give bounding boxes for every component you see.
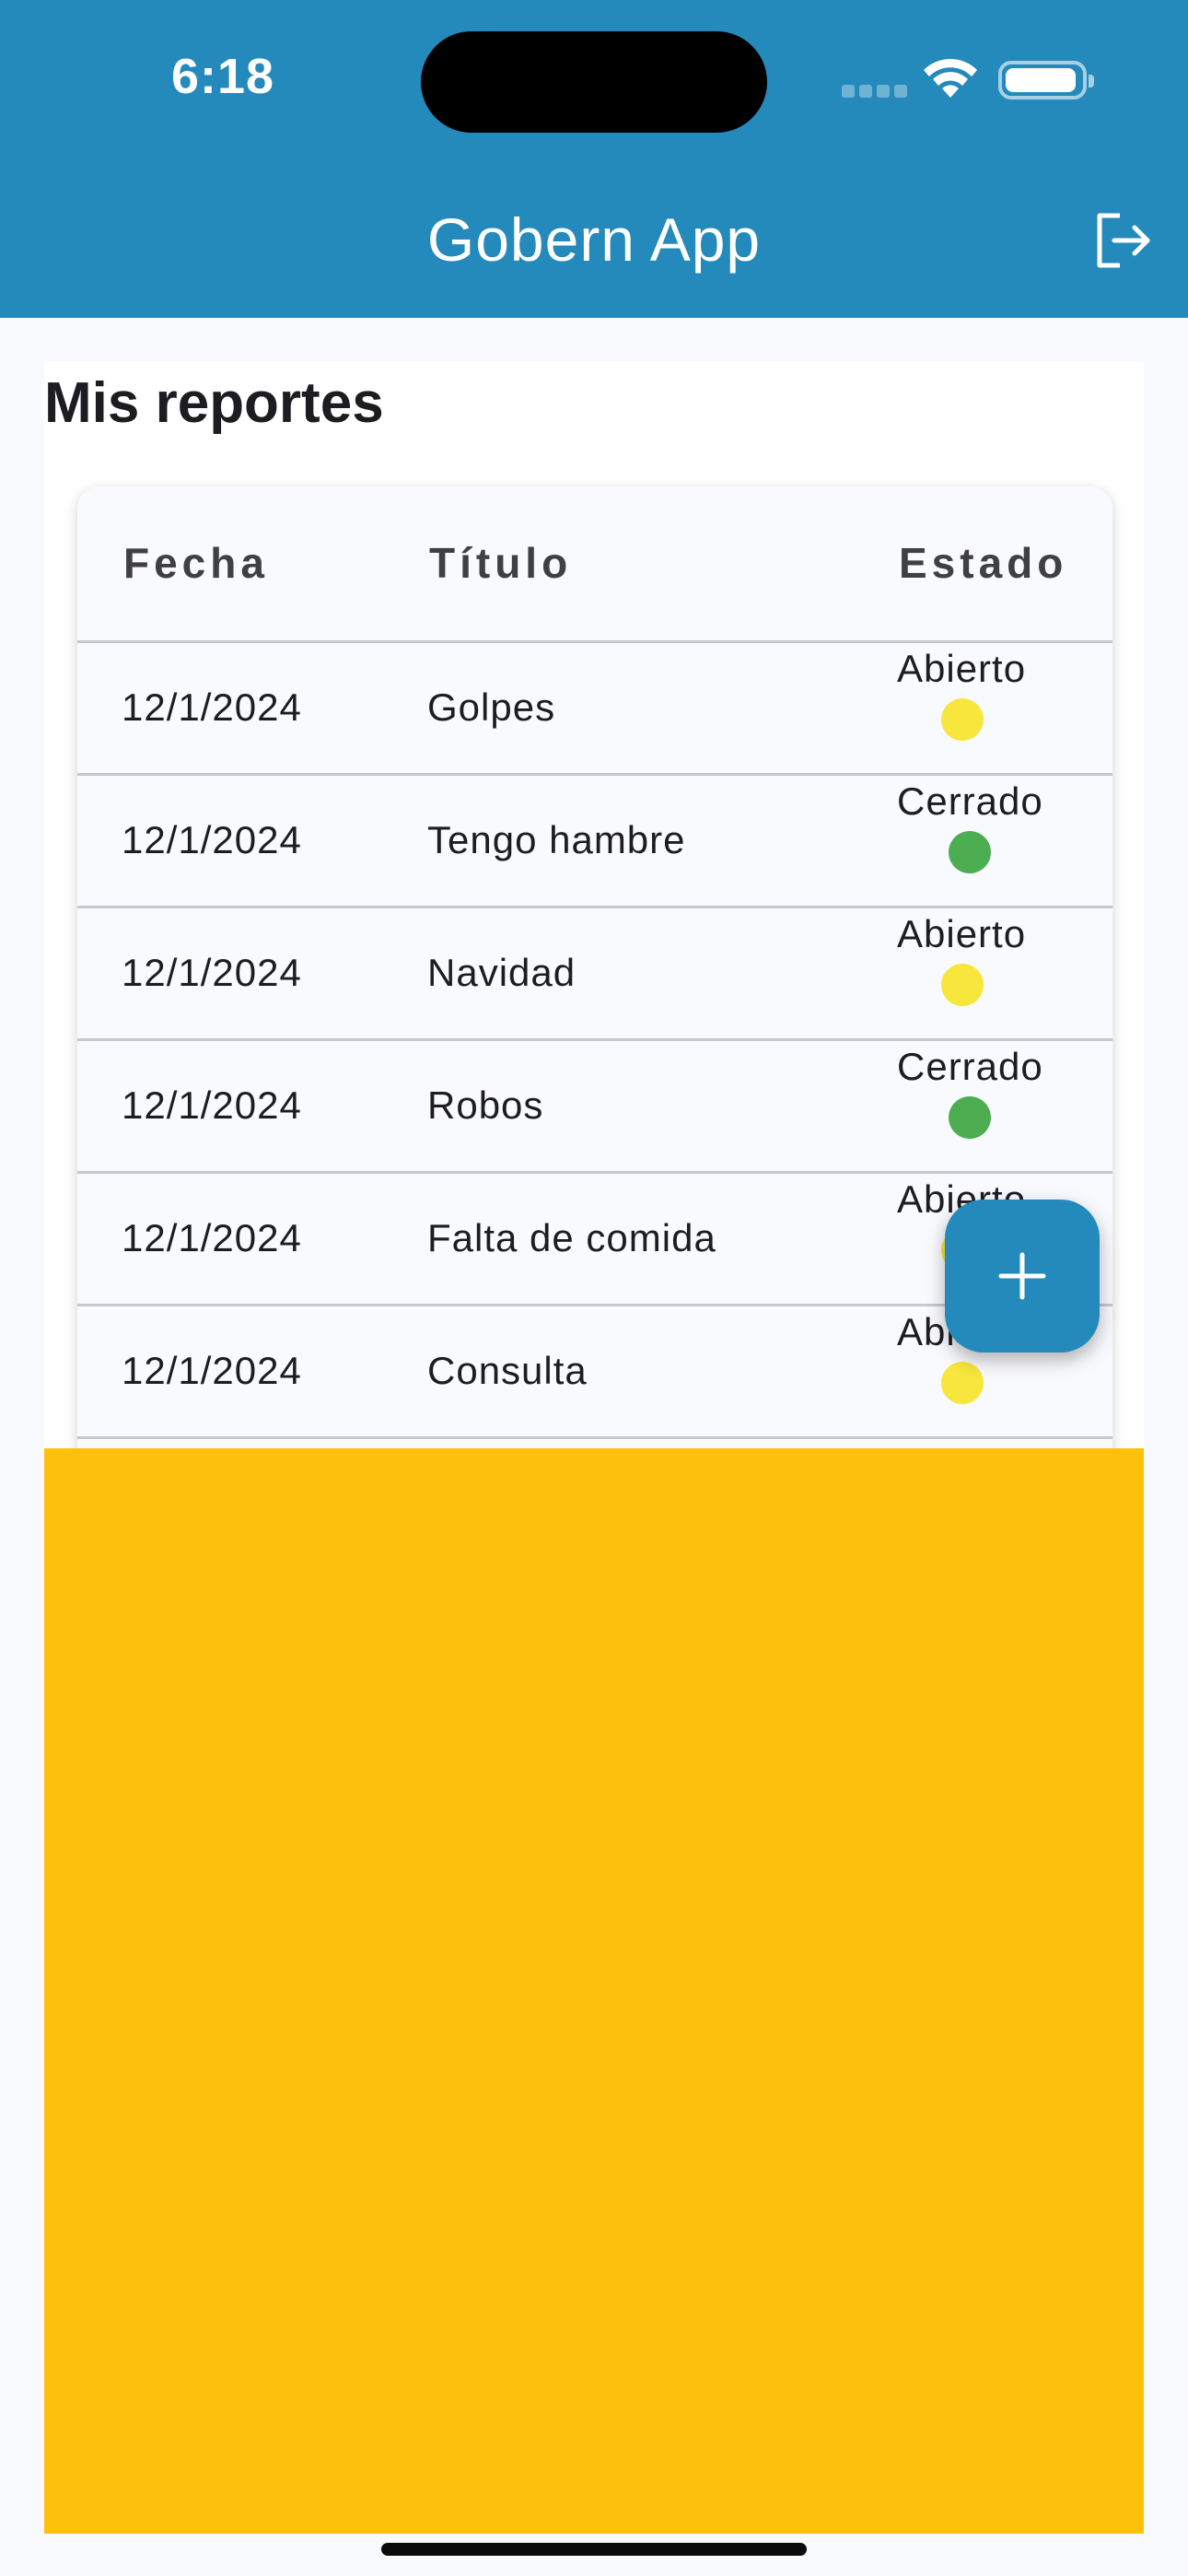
- status-dot-icon: [949, 831, 991, 873]
- page-title: Mis reportes: [44, 371, 384, 435]
- status-dot-icon: [941, 1362, 984, 1404]
- plus-icon: [998, 1252, 1046, 1300]
- status-dot-icon: [949, 1096, 991, 1139]
- row-title: Tengo hambre: [427, 818, 686, 861]
- row-date: 12/1/2024: [122, 685, 302, 729]
- row-date: 12/1/2024: [122, 818, 302, 861]
- row-title: Robos: [427, 1083, 544, 1127]
- table-row[interactable]: 12/1/2024 Navidad Abierto: [77, 908, 1112, 1041]
- cellular-signal-icon: [842, 85, 907, 98]
- row-title: Golpes: [427, 685, 556, 729]
- wifi-icon: [924, 58, 977, 98]
- column-header-fecha[interactable]: Fecha: [123, 538, 269, 588]
- dynamic-island: [421, 31, 767, 133]
- status-cell: Cerrado: [897, 779, 1081, 824]
- row-title: Falta de comida: [427, 1216, 716, 1259]
- column-header-estado[interactable]: Estado: [899, 538, 1067, 588]
- status-time: 6:18: [171, 49, 275, 104]
- battery-icon: [998, 61, 1094, 100]
- table-row[interactable]: 12/1/2024 Robos Cerrado: [77, 1041, 1112, 1174]
- app-bar: 6:18 Gobern App: [0, 0, 1188, 318]
- app-title: Gobern App: [426, 205, 762, 274]
- logout-icon[interactable]: [1092, 210, 1153, 271]
- column-header-titulo[interactable]: Título: [429, 538, 572, 588]
- table-row[interactable]: 12/1/2024 Tengo hambre Cerrado: [77, 776, 1112, 908]
- row-title: Navidad: [427, 951, 577, 994]
- status-dot-icon: [941, 964, 984, 1006]
- status-cell: Abierto: [897, 912, 1081, 956]
- home-indicator[interactable]: [381, 2543, 807, 2556]
- status-cell: Abierto: [897, 647, 1081, 691]
- status-dot-icon: [941, 698, 984, 741]
- row-date: 12/1/2024: [122, 1216, 302, 1259]
- row-date: 12/1/2024: [122, 1083, 302, 1127]
- status-label: Cerrado: [897, 779, 1043, 823]
- status-cell: Cerrado: [897, 1045, 1081, 1089]
- status-label: Abierto: [897, 647, 1027, 690]
- table-header: Fecha Título Estado: [77, 486, 1112, 643]
- status-label: Abierto: [897, 912, 1027, 955]
- table-row[interactable]: 12/1/2024 Golpes Abierto: [77, 643, 1112, 776]
- banner-area: [44, 1448, 1144, 2534]
- status-label: Cerrado: [897, 1045, 1043, 1088]
- add-report-button[interactable]: [945, 1200, 1100, 1352]
- row-date: 12/1/2024: [122, 951, 302, 994]
- row-date: 12/1/2024: [122, 1349, 302, 1392]
- row-title: Consulta: [427, 1349, 588, 1392]
